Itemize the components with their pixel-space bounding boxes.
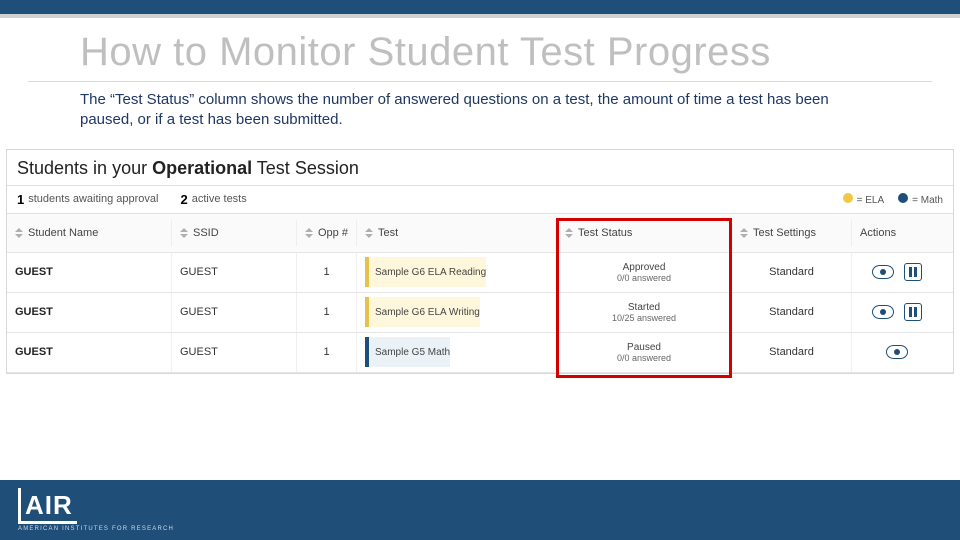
footer-bar: AIR AMERICAN INSTITUTES FOR RESEARCH bbox=[0, 480, 960, 540]
cell-test-status: Paused0/0 answered bbox=[557, 333, 732, 372]
cell-student-name: GUEST bbox=[7, 333, 172, 372]
test-chip: Sample G6 ELA Reading bbox=[365, 257, 486, 287]
cell-test: Sample G6 ELA Writing bbox=[357, 293, 557, 332]
ela-dot-icon bbox=[843, 193, 853, 203]
cell-test-status: Approved0/0 answered bbox=[557, 253, 732, 292]
cell-opp: 1 bbox=[297, 253, 357, 292]
col-actions: Actions bbox=[852, 220, 942, 246]
summary-bar: 1 students awaiting approval 2 active te… bbox=[7, 185, 953, 214]
awaiting-approval-count: 1 students awaiting approval bbox=[17, 192, 158, 207]
math-dot-icon bbox=[898, 193, 908, 203]
sort-icon bbox=[305, 228, 313, 238]
cell-ssid: GUEST bbox=[172, 253, 297, 292]
sort-icon bbox=[180, 228, 188, 238]
test-chip: Sample G6 ELA Writing bbox=[365, 297, 480, 327]
col-test-settings[interactable]: Test Settings bbox=[732, 220, 852, 246]
cell-test: Sample G5 Math bbox=[357, 333, 557, 372]
page-title: How to Monitor Student Test Progress bbox=[28, 18, 932, 82]
cell-actions bbox=[852, 333, 942, 372]
cell-student-name: GUEST bbox=[7, 253, 172, 292]
col-test[interactable]: Test bbox=[357, 220, 557, 246]
sort-icon bbox=[365, 228, 373, 238]
page-subtitle: The “Test Status” column shows the numbe… bbox=[0, 82, 960, 141]
sort-icon bbox=[740, 228, 748, 238]
legend: = ELA = Math bbox=[843, 193, 943, 206]
sort-icon bbox=[15, 228, 23, 238]
view-icon[interactable] bbox=[872, 265, 894, 279]
top-brand-bar bbox=[0, 0, 960, 18]
cell-ssid: GUEST bbox=[172, 333, 297, 372]
session-table: Students in your Operational Test Sessio… bbox=[6, 149, 954, 374]
table-header-row: Student Name SSID Opp # Test Test Status… bbox=[7, 214, 953, 253]
cell-actions bbox=[852, 293, 942, 332]
session-title-prefix: Students in your bbox=[17, 158, 152, 178]
cell-opp: 1 bbox=[297, 293, 357, 332]
table-row: GUESTGUEST1Sample G6 ELA WritingStarted1… bbox=[7, 293, 953, 333]
cell-test-settings: Standard bbox=[732, 293, 852, 332]
cell-student-name: GUEST bbox=[7, 293, 172, 332]
cell-test-status: Started10/25 answered bbox=[557, 293, 732, 332]
col-test-status[interactable]: Test Status bbox=[557, 220, 732, 246]
sort-icon bbox=[565, 228, 573, 238]
pause-icon[interactable] bbox=[904, 263, 922, 281]
session-title: Students in your Operational Test Sessio… bbox=[7, 150, 953, 185]
view-icon[interactable] bbox=[872, 305, 894, 319]
col-opp[interactable]: Opp # bbox=[297, 220, 357, 246]
active-tests-count: 2 active tests bbox=[180, 192, 246, 207]
air-logo-mark: AIR bbox=[18, 488, 77, 524]
air-logo-subtext: AMERICAN INSTITUTES FOR RESEARCH bbox=[18, 526, 174, 532]
session-title-bold: Operational bbox=[152, 158, 252, 178]
test-chip: Sample G5 Math bbox=[365, 337, 450, 367]
view-icon[interactable] bbox=[886, 345, 908, 359]
pause-icon[interactable] bbox=[904, 303, 922, 321]
session-title-suffix: Test Session bbox=[252, 158, 359, 178]
cell-test: Sample G6 ELA Reading bbox=[357, 253, 557, 292]
air-logo: AIR AMERICAN INSTITUTES FOR RESEARCH bbox=[18, 488, 174, 532]
cell-test-settings: Standard bbox=[732, 253, 852, 292]
table-row: GUESTGUEST1Sample G5 MathPaused0/0 answe… bbox=[7, 333, 953, 373]
cell-test-settings: Standard bbox=[732, 333, 852, 372]
cell-actions bbox=[852, 253, 942, 292]
col-student-name[interactable]: Student Name bbox=[7, 220, 172, 246]
cell-ssid: GUEST bbox=[172, 293, 297, 332]
col-ssid[interactable]: SSID bbox=[172, 220, 297, 246]
cell-opp: 1 bbox=[297, 333, 357, 372]
table-row: GUESTGUEST1Sample G6 ELA ReadingApproved… bbox=[7, 253, 953, 293]
